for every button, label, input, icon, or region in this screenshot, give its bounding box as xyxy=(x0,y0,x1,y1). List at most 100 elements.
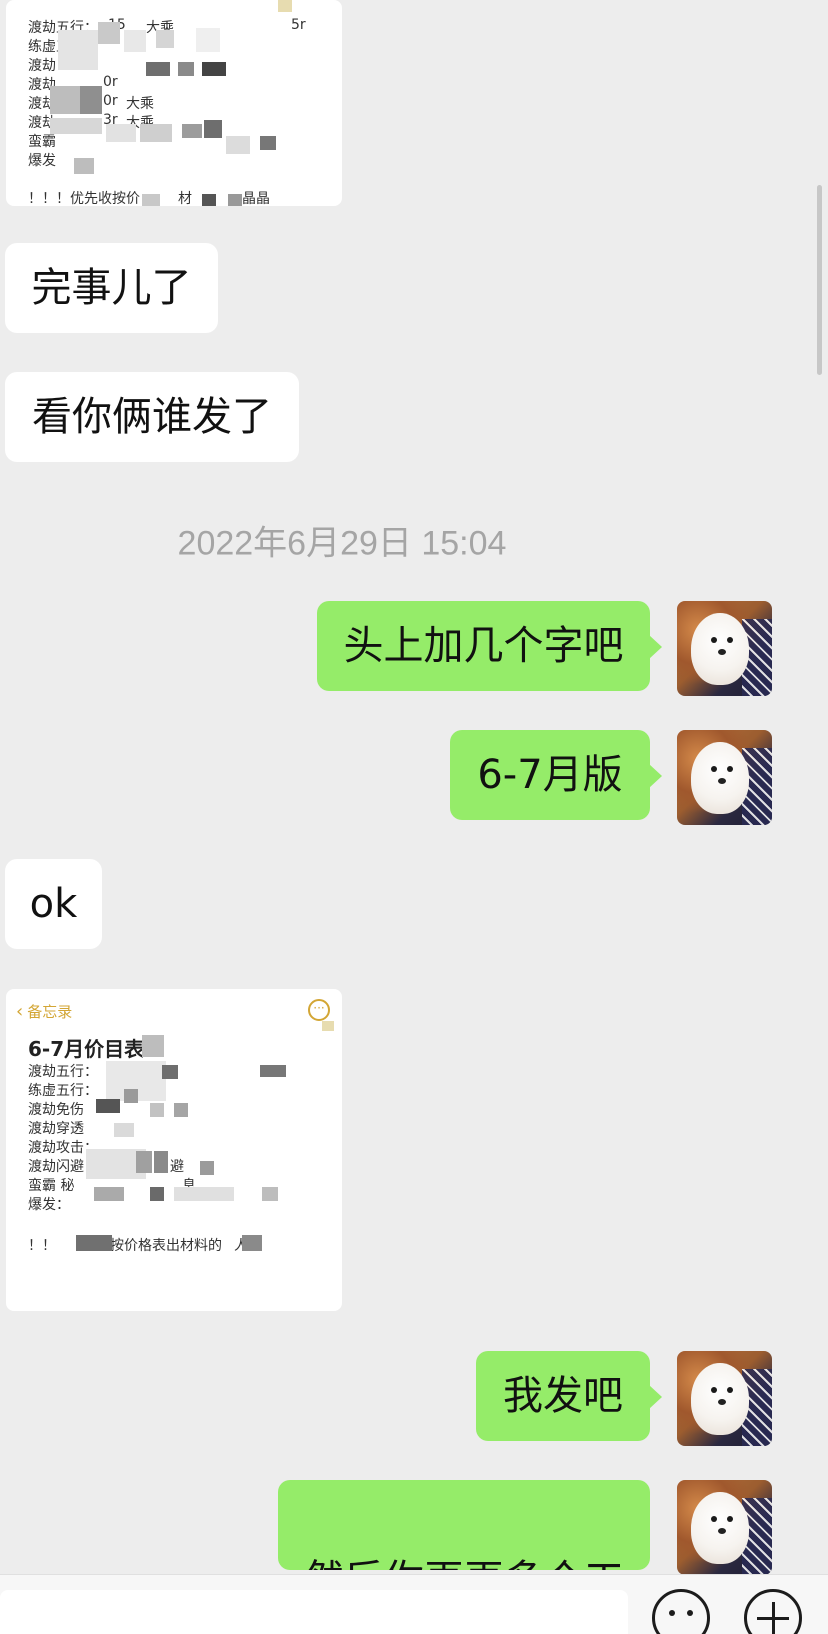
message-bubble-outgoing[interactable]: 6-7月版 xyxy=(450,730,662,820)
memo-inline-text: 5r xyxy=(291,17,306,33)
memo-back-label: 备忘录 xyxy=(27,1003,73,1021)
avatar-nose xyxy=(718,1528,726,1534)
scrollbar[interactable] xyxy=(817,185,822,375)
avatar-eye xyxy=(727,1516,733,1522)
mosaic-block xyxy=(80,86,102,114)
avatar-eye xyxy=(727,1387,733,1393)
memo-line: 渡劫穿透 xyxy=(28,1121,84,1137)
mosaic-block xyxy=(76,1235,112,1251)
message-text: 头上加几个字吧 xyxy=(343,623,624,669)
message-input[interactable] xyxy=(0,1590,628,1634)
message-text: 然后你再再多个工 xyxy=(304,1560,624,1570)
message-bubble-incoming[interactable]: ok xyxy=(5,859,102,949)
avatar-eye xyxy=(711,1387,717,1393)
avatar[interactable] xyxy=(677,601,772,696)
mosaic-block xyxy=(278,0,292,12)
mosaic-block xyxy=(178,62,194,76)
avatar-nose xyxy=(718,649,726,655)
message-text: 我发吧 xyxy=(503,1373,623,1419)
avatar-eye xyxy=(727,637,733,643)
memo-title: 6-7月价目表 xyxy=(28,1037,145,1061)
mosaic-block xyxy=(260,1065,286,1077)
memo-back-button: ‹ 备忘录 xyxy=(16,1001,72,1022)
mosaic-block xyxy=(136,1151,152,1173)
mosaic-block xyxy=(150,1187,164,1201)
mosaic-block xyxy=(154,1151,168,1173)
mosaic-block xyxy=(142,1035,164,1057)
memo-footer-mid: 按价格表出材料的 xyxy=(110,1238,222,1254)
mosaic-block xyxy=(202,194,216,206)
avatar-nose xyxy=(718,1399,726,1405)
mosaic-block xyxy=(58,30,98,70)
emoji-icon[interactable] xyxy=(652,1589,710,1634)
avatar-nose xyxy=(718,778,726,784)
ellipsis-icon: ··· xyxy=(308,999,330,1021)
avatar-eye xyxy=(711,766,717,772)
mosaic-block xyxy=(94,1187,124,1201)
plus-icon[interactable] xyxy=(744,1589,802,1634)
mosaic-block xyxy=(150,1103,164,1117)
mosaic-block xyxy=(196,28,220,52)
message-bubble-incoming[interactable]: 完事儿了 xyxy=(5,243,218,333)
memo-line: 蛮霸 秘 xyxy=(28,1178,75,1194)
mosaic-block xyxy=(50,118,102,134)
mosaic-block xyxy=(74,158,94,174)
chat-timestamp: 2022年6月29日 15:04 xyxy=(177,524,507,563)
mosaic-block xyxy=(202,62,226,76)
mosaic-block xyxy=(146,62,170,76)
message-text: 完事儿了 xyxy=(31,265,192,311)
mosaic-block xyxy=(156,30,174,48)
message-bubble-outgoing[interactable]: 我发吧 xyxy=(476,1351,662,1441)
memo-screenshot[interactable]: ‹ 备忘录 ··· 6-7月价目表 渡劫五行： 练虚五行： 渡劫免伤 渡劫穿透 … xyxy=(6,989,342,1311)
mosaic-block xyxy=(124,30,146,52)
memo-line: 渡劫免伤 xyxy=(28,1102,84,1118)
message-text: ok xyxy=(29,881,78,927)
memo-footer-tail: 材 xyxy=(178,191,192,206)
mosaic-block xyxy=(142,194,160,206)
message-text: 看你俩谁发了 xyxy=(32,394,272,440)
mosaic-block xyxy=(140,124,172,142)
mosaic-block xyxy=(96,1099,120,1113)
mosaic-block xyxy=(98,22,120,44)
message-text: 6-7月版 xyxy=(477,752,623,798)
memo-line: 练虚五行： xyxy=(28,1083,98,1099)
mosaic-block xyxy=(226,136,250,154)
memo-line-tail: 避 xyxy=(170,1159,184,1175)
mosaic-block xyxy=(322,1021,334,1031)
memo-line: 渡劫 xyxy=(28,58,56,74)
message-bubble-incoming[interactable]: 看你俩谁发了 xyxy=(5,372,299,462)
memo-footer: ！！ xyxy=(28,1238,56,1254)
mosaic-block xyxy=(162,1065,178,1079)
mosaic-block xyxy=(174,1187,234,1201)
memo-line: 爆发 xyxy=(28,153,56,169)
mosaic-block xyxy=(228,194,242,206)
mosaic-block xyxy=(204,120,222,138)
mosaic-block xyxy=(124,1089,138,1103)
memo-line: 渡劫闪避 xyxy=(28,1159,84,1175)
avatar-eye xyxy=(727,766,733,772)
mosaic-block xyxy=(114,1123,134,1137)
mosaic-block xyxy=(260,136,276,150)
mosaic-block xyxy=(242,1235,262,1251)
mosaic-block xyxy=(262,1187,278,1201)
memo-line: 蛮霸 xyxy=(28,134,56,150)
memo-inline-text: 0r xyxy=(103,93,118,109)
mosaic-block xyxy=(200,1161,214,1175)
avatar[interactable] xyxy=(677,1480,772,1575)
chevron-left-icon: ‹ xyxy=(16,1001,24,1022)
avatar-eye xyxy=(711,1516,717,1522)
memo-inline-text: 大乘 xyxy=(126,96,154,112)
mosaic-block xyxy=(174,1103,188,1117)
memo-inline-text: 0r xyxy=(103,74,118,90)
mosaic-block xyxy=(182,124,202,138)
avatar[interactable] xyxy=(677,730,772,825)
memo-footer-end: 晶晶 xyxy=(242,191,270,206)
message-bubble-outgoing[interactable]: 头上加几个字吧 xyxy=(317,601,662,691)
memo-footer: ！！！优先收按价 xyxy=(28,191,140,206)
mosaic-block xyxy=(106,124,136,142)
mosaic-block xyxy=(50,86,80,114)
avatar[interactable] xyxy=(677,1351,772,1446)
memo-screenshot-top[interactable]: 渡劫五行： 练虚五 渡劫 渡劫 渡劫 渡劫 蛮霸 爆发 15 大乘 5r 0r … xyxy=(6,0,342,206)
message-bubble-outgoing[interactable]: 然后你再再多个工 xyxy=(278,1480,650,1570)
memo-line: 爆发： xyxy=(28,1197,70,1213)
